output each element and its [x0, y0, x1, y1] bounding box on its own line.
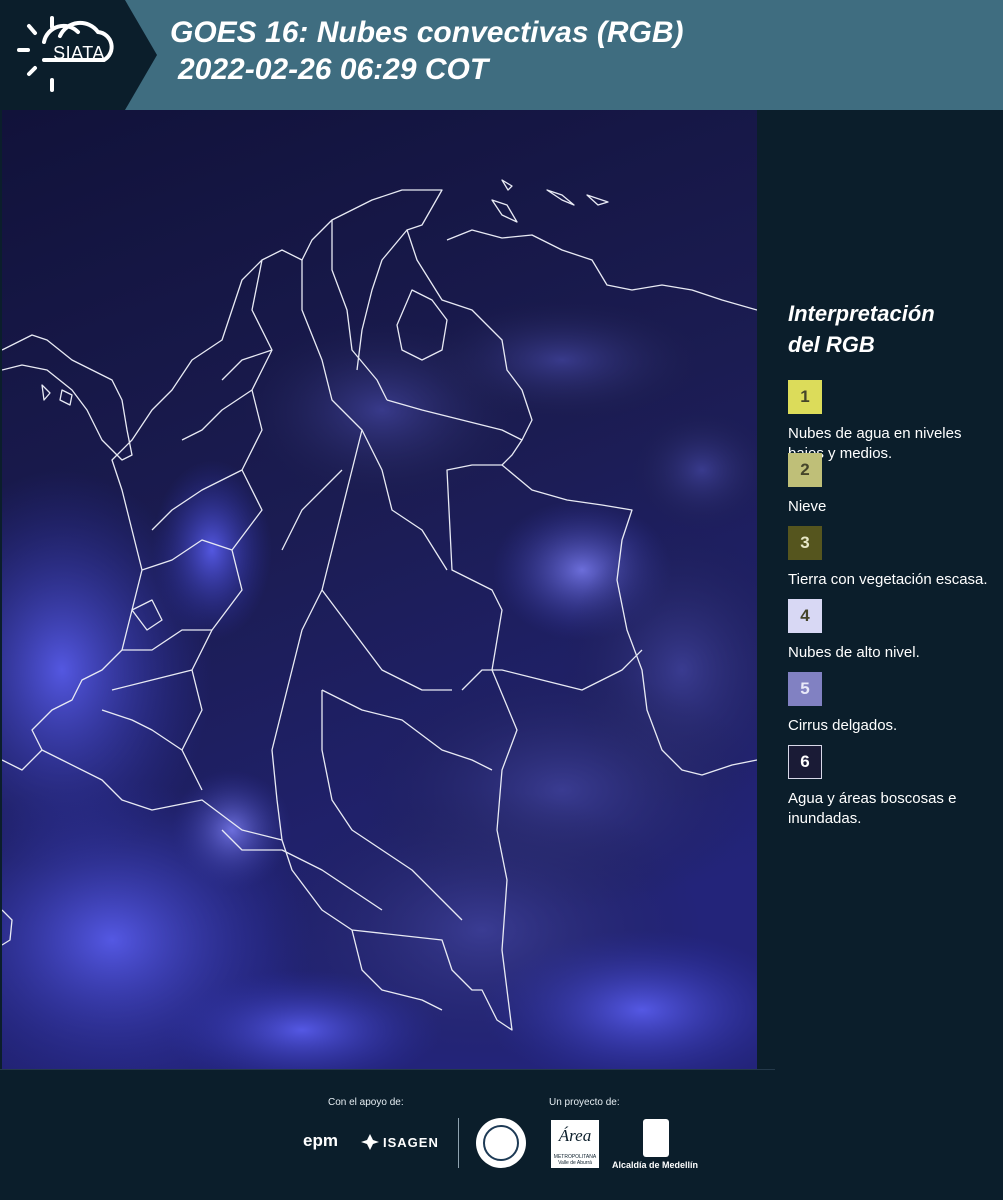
legend-swatch: 6 [788, 745, 822, 779]
area-metropolitana-logo: Área METROPOLITANA Valle de Aburrá [551, 1120, 599, 1168]
legend-swatch: 4 [788, 599, 822, 633]
legend-item: 4 Nubes de alto nivel. [788, 599, 993, 672]
legend-item: 6 Agua y áreas boscosas e inundadas. [788, 745, 993, 827]
alcaldia-label: Alcaldía de Medellín [612, 1160, 699, 1170]
legend-title: Interpretación del RGB [788, 298, 993, 360]
title-datetime: 2022-02-26 06:29 COT [178, 53, 489, 86]
satellite-map [2, 110, 757, 1070]
legend-title-line1: Interpretación [788, 301, 935, 326]
medellin-seal-icon [476, 1118, 526, 1168]
legend-swatch: 1 [788, 380, 822, 414]
project-label: Un proyecto de: [549, 1097, 620, 1108]
alcaldia-shield-icon [643, 1119, 669, 1157]
isagen-icon [361, 1134, 379, 1150]
legend-label: Cirrus delgados. [788, 717, 898, 734]
legend-swatch: 5 [788, 672, 822, 706]
legend-items: 1 Nubes de agua en niveles bajos y medio… [788, 380, 993, 827]
rgb-legend: Interpretación del RGB 1 Nubes de agua e… [788, 298, 993, 827]
legend-title-line2: del RGB [788, 332, 875, 357]
area-logo-text: Área [558, 1126, 592, 1145]
legend-label: Agua y áreas boscosas e inundadas. [788, 790, 957, 827]
legend-swatch: 3 [788, 526, 822, 560]
legend-label: Nieve [788, 498, 827, 515]
area-logo-sub: METROPOLITANA Valle de Aburrá [553, 1154, 597, 1166]
legend-item: 3 Tierra con vegetación escasa. [788, 526, 993, 599]
legend-swatch: 2 [788, 453, 822, 487]
legend-label: Nubes de alto nivel. [788, 644, 920, 661]
legend-label: Tierra con vegetación escasa. [788, 571, 988, 588]
isagen-logo: ISAGEN [383, 1135, 439, 1150]
siata-logo: SIATA [0, 0, 157, 110]
page-title: GOES 16: Nubes convectivas (RGB) 2022-02… [170, 14, 684, 88]
satellite-image [2, 110, 757, 1070]
legend-item: 1 Nubes de agua en niveles bajos y medio… [788, 380, 993, 462]
legend-item: 2 Nieve [788, 453, 993, 526]
footer-separator [458, 1118, 459, 1168]
siata-logo-text: SIATA [53, 43, 105, 63]
legend-item: 5 Cirrus delgados. [788, 672, 993, 745]
support-label: Con el apoyo de: [328, 1097, 404, 1108]
footer-divider [0, 1069, 775, 1070]
header-bar: SIATA GOES 16: Nubes convectivas (RGB) 2… [0, 0, 1003, 110]
epm-logo: epm [303, 1131, 338, 1150]
title-product: GOES 16: Nubes convectivas (RGB) [170, 16, 684, 49]
